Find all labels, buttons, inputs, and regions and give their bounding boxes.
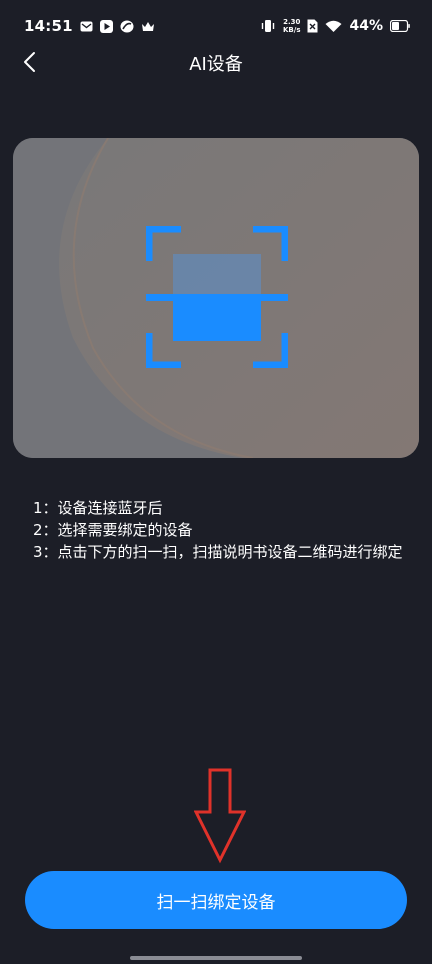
crown-icon — [141, 21, 155, 32]
vibrate-icon — [260, 19, 276, 33]
status-right: 2.30 KB/s 44% — [260, 18, 410, 34]
scan-bind-device-button[interactable]: 扫一扫绑定设备 — [25, 871, 407, 929]
down-arrow-icon — [194, 768, 246, 864]
mail-icon — [80, 21, 93, 32]
net-speed-value: 2.30 — [283, 18, 301, 26]
instructions: 1：设备连接蓝牙后 2：选择需要绑定的设备 3：点击下方的扫一扫，扫描说明书设备… — [33, 497, 403, 563]
status-left: 14:51 — [24, 17, 155, 35]
video-app-icon — [99, 19, 113, 33]
page-title: AI设备 — [189, 54, 243, 75]
wifi-icon — [325, 20, 342, 33]
net-speed-unit: KB/s — [283, 26, 301, 34]
music-app-icon — [120, 20, 134, 33]
battery-percent: 44% — [349, 18, 383, 34]
sim-off-icon — [307, 19, 318, 33]
battery-icon — [390, 20, 410, 32]
header: AI设备 — [0, 42, 432, 82]
instruction-step-1: 1：设备连接蓝牙后 — [33, 499, 163, 517]
scan-frame-icon — [146, 226, 288, 368]
scan-card — [13, 138, 419, 458]
screen: 14:51 2.30 KB/s 44% AI设备 1：设备连接蓝牙后 2：选择需… — [0, 0, 432, 964]
home-indicator — [130, 956, 302, 960]
instruction-step-3: 3：点击下方的扫一扫，扫描说明书设备二维码进行绑定 — [33, 543, 403, 561]
net-speed: 2.30 KB/s — [283, 18, 300, 34]
status-time: 14:51 — [24, 17, 73, 35]
instruction-step-2: 2：选择需要绑定的设备 — [33, 521, 193, 539]
